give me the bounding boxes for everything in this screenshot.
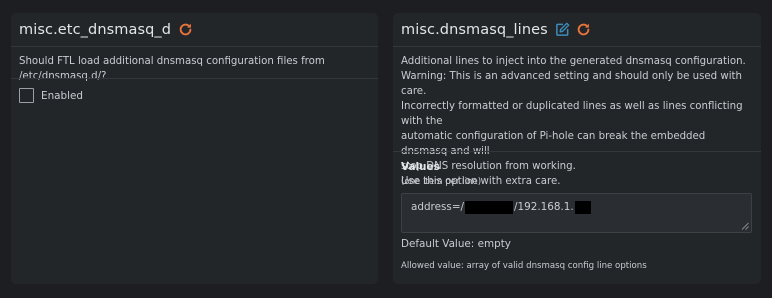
edit-icon[interactable] (555, 22, 570, 37)
panel-header: misc.dnsmasq_lines (393, 13, 761, 47)
description-line: Incorrectly formatted or duplicated line… (401, 101, 743, 127)
enabled-checkbox-label[interactable]: Enabled (41, 90, 83, 102)
description-line: Warning: This is an advanced setting and… (401, 71, 742, 97)
textarea-text-prefix: address=/ (411, 201, 465, 213)
redacted-domain (465, 201, 514, 214)
panel-header: misc.etc_dnsmasq_d (11, 13, 378, 47)
dnsmasq-lines-textarea[interactable]: address=/ /192.168.1. (401, 193, 752, 233)
resize-grip-icon[interactable] (741, 222, 749, 230)
allowed-value: Allowed value: array of valid dnsmasq co… (401, 261, 647, 271)
values-title: Values (401, 161, 440, 173)
divider (11, 78, 378, 79)
redacted-ip-octet (574, 201, 591, 214)
panel-title: misc.etc_dnsmasq_d (19, 21, 172, 38)
values-section: Values (one item per line) address=/ /192… (401, 160, 752, 272)
enabled-checkbox[interactable] (19, 88, 34, 103)
etc-dnsmasq-d-panel: misc.etc_dnsmasq_d Should FTL load addit… (11, 13, 378, 284)
reset-icon[interactable] (178, 22, 193, 37)
divider (393, 151, 761, 152)
description-line: Additional lines to inject into the gene… (401, 56, 746, 67)
reset-icon[interactable] (576, 22, 591, 37)
description-line: automatic configuration of Pi-hole can b… (401, 131, 706, 157)
textarea-text-middle: /192.168.1. (514, 201, 574, 213)
values-hint: (one item per line) (401, 177, 482, 187)
panel-title: misc.dnsmasq_lines (401, 21, 548, 38)
enabled-checkbox-row[interactable]: Enabled (19, 88, 83, 103)
default-value: Default Value: empty (401, 238, 511, 250)
dnsmasq-lines-panel: misc.dnsmasq_lines Additional lines to i… (393, 13, 761, 284)
setting-description: Should FTL load additional dnsmasq confi… (19, 56, 325, 82)
